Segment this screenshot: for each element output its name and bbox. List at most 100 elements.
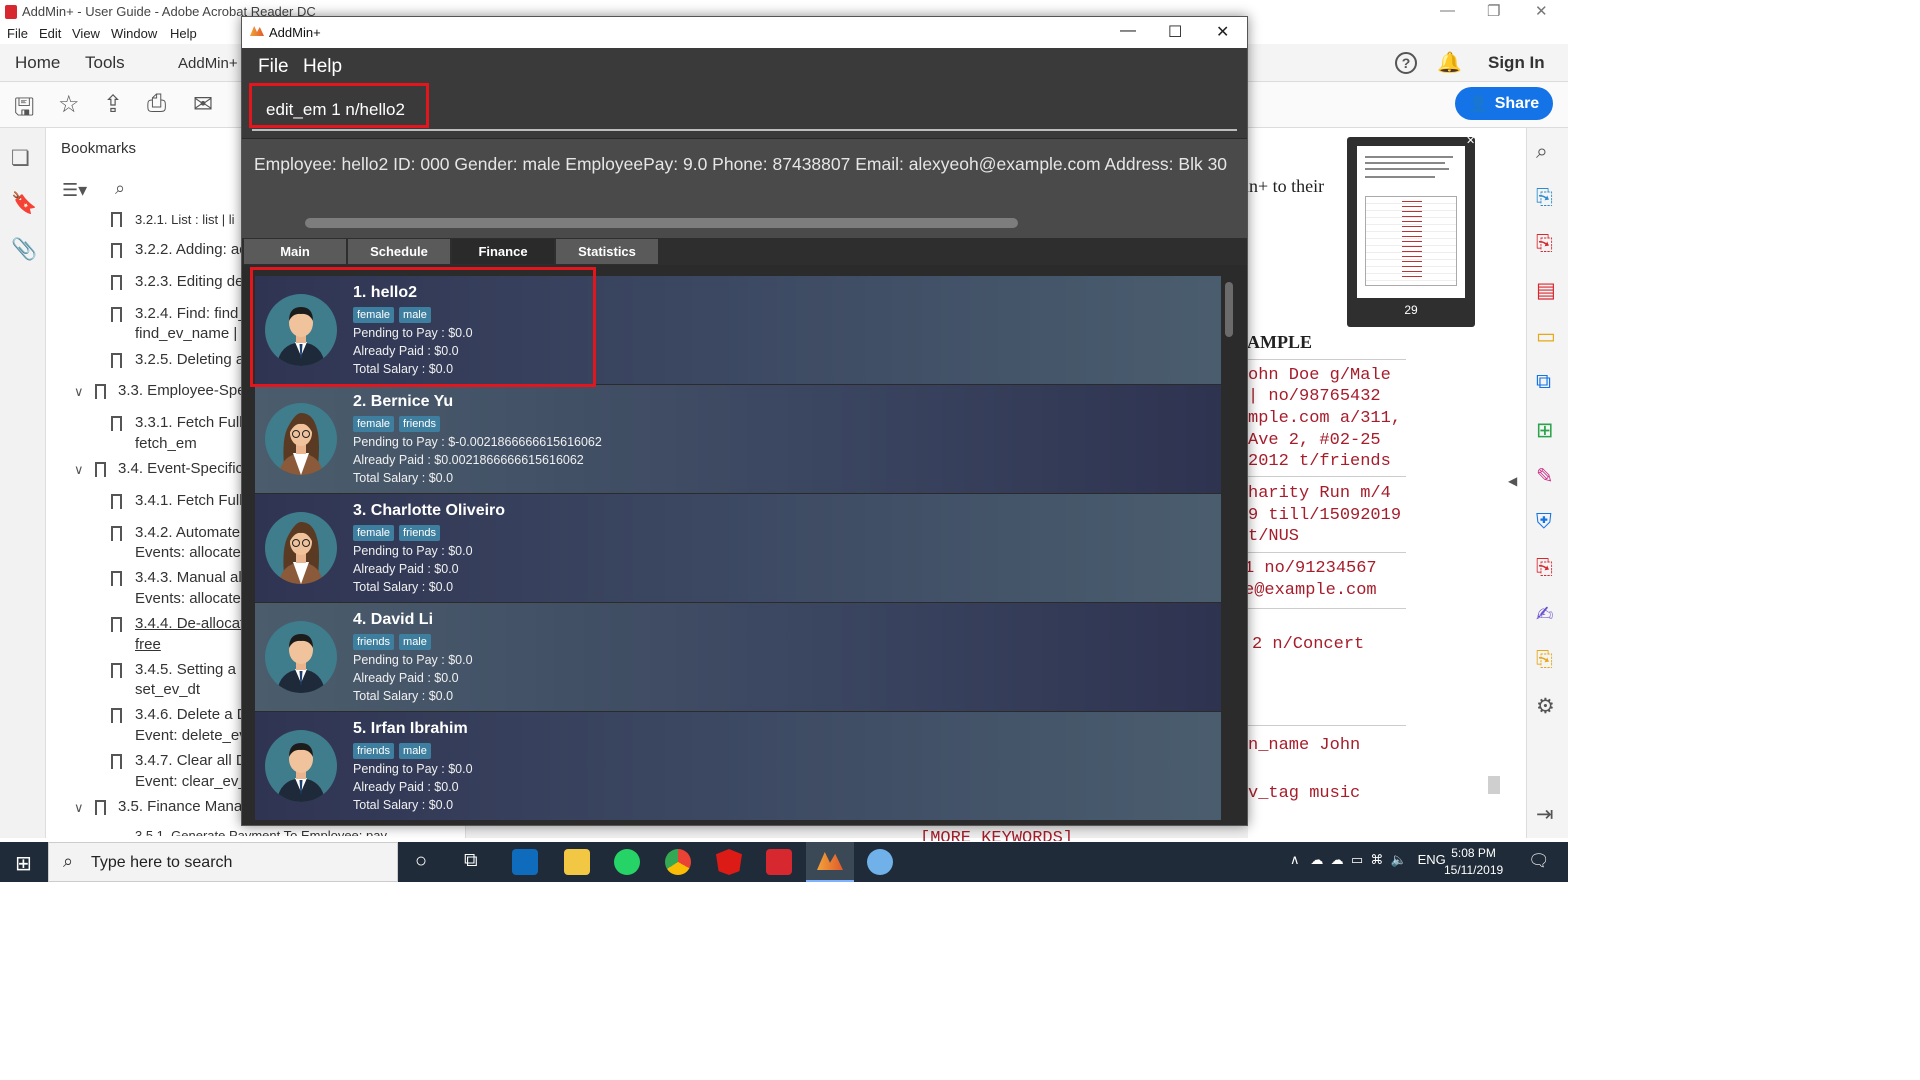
bookmark-item[interactable]: 3.4.5. Setting a D bbox=[135, 660, 251, 680]
employee-card[interactable]: 5. Irfan Ibrahim friends male Pending to… bbox=[255, 712, 1221, 820]
cloud-icon[interactable]: ☁ bbox=[1331, 852, 1344, 867]
bookmark-item[interactable]: 3.3.1. Fetch Full bbox=[135, 413, 243, 433]
bookmark-item[interactable]: 3.2.2. Adding: ad bbox=[135, 240, 248, 260]
tab-home[interactable]: Home bbox=[15, 53, 60, 73]
organize-icon[interactable]: ▤ bbox=[1536, 278, 1556, 303]
bookmark-item[interactable]: 3.2.3. Editing de bbox=[135, 272, 243, 292]
language-indicator[interactable]: ENG bbox=[1418, 852, 1446, 867]
bookmark-item[interactable]: 3.4.3. Manual all bbox=[135, 568, 245, 588]
bookmark-item-cont[interactable]: free bbox=[135, 635, 161, 655]
chevron-down-icon[interactable]: ∨ bbox=[74, 384, 84, 400]
windows-start-icon[interactable]: ⊞ bbox=[15, 851, 32, 876]
file-explorer-icon[interactable] bbox=[564, 849, 590, 875]
cortana-icon[interactable]: ○ bbox=[415, 850, 427, 873]
bookmark-item[interactable]: 3.2.5. Deleting a bbox=[135, 350, 244, 370]
minimize-icon[interactable]: — bbox=[1120, 22, 1136, 40]
bookmark-item[interactable]: 3.4. Event-Specific bbox=[118, 459, 243, 479]
employee-card[interactable]: 4. David Li friends male Pending to Pay … bbox=[255, 603, 1221, 711]
bookmark-search-icon[interactable]: ⌕ bbox=[115, 178, 125, 199]
maximize-icon[interactable]: ☐ bbox=[1168, 22, 1182, 42]
chrome-icon[interactable] bbox=[665, 849, 691, 875]
combine-icon[interactable]: ⧉ bbox=[1536, 370, 1551, 394]
menu-edit[interactable]: Edit bbox=[39, 26, 61, 41]
angular-icon[interactable] bbox=[716, 849, 742, 875]
comment-icon[interactable]: ▭ bbox=[1536, 324, 1556, 349]
bookmark-item[interactable]: 3.4.2. Automate bbox=[135, 523, 240, 543]
list-scrollbar[interactable] bbox=[1225, 282, 1233, 337]
bookmark-item[interactable]: 3.4.7. Clear all D bbox=[135, 751, 247, 771]
tab-finance[interactable]: Finance bbox=[452, 239, 554, 264]
bookmark-item-cont[interactable]: Events: allocaten bbox=[135, 589, 249, 609]
tab-main[interactable]: Main bbox=[244, 239, 346, 264]
zoom-icon[interactable]: ⌕ bbox=[1536, 140, 1548, 164]
sign-icon[interactable]: ✍ bbox=[1536, 602, 1554, 627]
bell-icon[interactable]: 🔔 bbox=[1437, 50, 1462, 75]
close-icon[interactable]: ✕ bbox=[1216, 22, 1229, 42]
close-icon[interactable]: ✕ bbox=[1535, 2, 1548, 20]
bookmark-item[interactable]: 3.3. Employee-Spe bbox=[118, 381, 246, 401]
attachment-icon[interactable]: 📎 bbox=[11, 238, 37, 262]
volume-icon[interactable]: 🔈 bbox=[1391, 852, 1407, 867]
bookmark-item-cont[interactable]: Event: clear_ev_d bbox=[135, 772, 255, 792]
bookmark-item-cont[interactable]: set_ev_dt bbox=[135, 680, 200, 700]
mail-icon[interactable]: ✉ bbox=[193, 90, 213, 119]
addmin-taskbar-button[interactable] bbox=[806, 842, 854, 882]
share-button[interactable]: 👤 Share bbox=[1455, 87, 1553, 120]
bookmark-item[interactable]: 3.2.4. Find: find_ bbox=[135, 304, 247, 324]
save-icon[interactable]: 🖫 bbox=[14, 90, 34, 131]
bookmark-item[interactable]: 3.4.1. Fetch Full bbox=[135, 491, 243, 511]
create-pdf-icon[interactable]: ⎘ bbox=[1536, 232, 1553, 256]
network-icon[interactable]: ⌘ bbox=[1370, 852, 1383, 867]
whatsapp-icon[interactable] bbox=[614, 849, 640, 875]
tab-schedule[interactable]: Schedule bbox=[348, 239, 450, 264]
acrobat-taskbar-icon[interactable] bbox=[766, 849, 792, 875]
tab-tools[interactable]: Tools bbox=[85, 53, 125, 73]
options-icon[interactable]: ☰▾ bbox=[62, 180, 87, 201]
taskbar-clock[interactable]: 5:08 PM 15/11/2019 bbox=[1444, 845, 1503, 879]
menu-view[interactable]: View bbox=[72, 26, 100, 41]
battery-icon[interactable]: ▭ bbox=[1351, 852, 1363, 867]
chevron-down-icon[interactable]: ∨ bbox=[74, 462, 84, 478]
sign-in-link[interactable]: Sign In bbox=[1488, 53, 1545, 73]
bookmark-item[interactable]: 3.5. Finance Manag bbox=[118, 797, 251, 817]
expand-panel-icon[interactable]: ◀ bbox=[1508, 474, 1517, 488]
star-icon[interactable]: ☆ bbox=[58, 90, 80, 119]
upload-icon[interactable]: ⇪ bbox=[103, 90, 123, 119]
tab-statistics[interactable]: Statistics bbox=[556, 239, 658, 264]
outlook-icon[interactable] bbox=[512, 849, 538, 875]
menu-help[interactable]: Help bbox=[170, 26, 197, 41]
close-thumbnail-icon[interactable]: ✕ bbox=[1466, 134, 1475, 147]
task-view-icon[interactable]: ⧉ bbox=[464, 850, 478, 872]
bookmark-item-cont[interactable]: fetch_em bbox=[135, 434, 197, 454]
employee-card[interactable]: 2. Bernice Yu female friends Pending to … bbox=[255, 385, 1221, 493]
employee-card[interactable]: 3. Charlotte Oliveiro female friends Pen… bbox=[255, 494, 1221, 602]
bookmark-item-cont[interactable]: find_ev_name | fi bbox=[135, 324, 249, 344]
restore-icon[interactable]: ❐ bbox=[1487, 2, 1500, 20]
export-pdf-icon[interactable]: ⎘ bbox=[1536, 186, 1553, 210]
menu-file[interactable]: File bbox=[258, 56, 289, 78]
bookmark-item[interactable]: 3.4.6. Delete a D bbox=[135, 705, 248, 725]
print-icon[interactable]: ⎙ bbox=[147, 90, 166, 118]
protect-icon[interactable]: ⛨ bbox=[1536, 510, 1552, 534]
result-scrollbar[interactable] bbox=[305, 218, 1018, 228]
fill-sign-icon[interactable]: ✎ bbox=[1536, 464, 1554, 489]
minimize-icon[interactable]: — bbox=[1440, 2, 1455, 19]
send-for-review-icon[interactable]: ⎘ bbox=[1536, 648, 1553, 672]
bookmark-item-current[interactable]: 3.4.4. De-allocati bbox=[135, 614, 248, 634]
bookmark-item-cont[interactable]: Event: delete_ev bbox=[135, 726, 247, 746]
compress-icon[interactable]: ⊞ bbox=[1536, 418, 1554, 443]
menu-window[interactable]: Window bbox=[111, 26, 157, 41]
paint-icon[interactable] bbox=[867, 849, 893, 875]
bookmark-item-cont[interactable]: Events: allocate bbox=[135, 543, 241, 563]
taskbar-search-box[interactable]: ⌕ Type here to search bbox=[48, 842, 398, 882]
menu-file[interactable]: File bbox=[7, 26, 28, 41]
notification-icon[interactable]: 🗨 bbox=[1528, 851, 1550, 871]
collapse-panel-icon[interactable]: ⇥ bbox=[1536, 802, 1554, 827]
onedrive-icon[interactable]: ☁ bbox=[1310, 852, 1323, 867]
pages-icon[interactable]: ❏ bbox=[11, 146, 30, 171]
bookmark-icon[interactable]: 🔖 bbox=[11, 192, 37, 216]
chevron-up-icon[interactable]: ∧ bbox=[1290, 852, 1300, 867]
bookmark-item[interactable]: 3.5.1. Generate Payment To Employee: pay bbox=[135, 826, 387, 836]
chevron-down-icon[interactable]: ∨ bbox=[74, 800, 84, 816]
more-tools-icon[interactable]: ⚙ bbox=[1536, 694, 1555, 719]
